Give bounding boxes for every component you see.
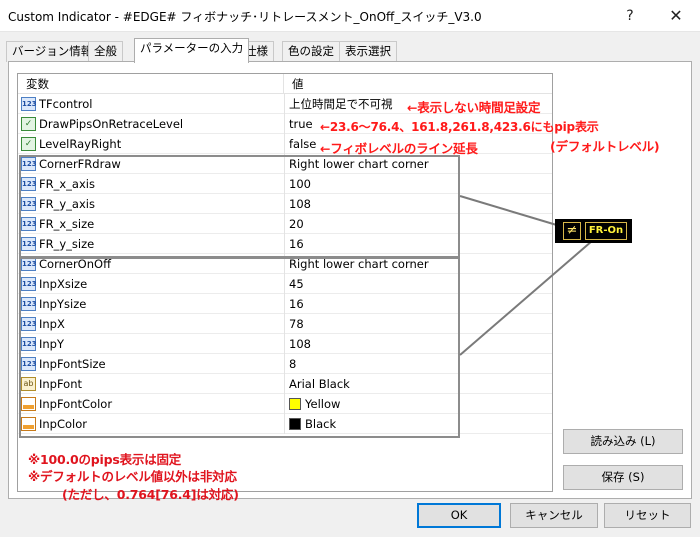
cancel-button[interactable]: キャンセル bbox=[510, 503, 598, 528]
load-button[interactable]: 読み込み (L) bbox=[563, 429, 683, 454]
save-button[interactable]: 保存 (S) bbox=[563, 465, 683, 490]
tab-input-parameters[interactable]: パラメーターの入力 bbox=[134, 38, 250, 63]
connector-line-fr bbox=[459, 195, 561, 227]
fr-on-preview: ≠ FR-On bbox=[555, 219, 632, 243]
fr-on-label: FR-On bbox=[585, 222, 627, 240]
ok-button[interactable]: OK bbox=[417, 503, 501, 528]
reset-button[interactable]: リセット bbox=[604, 503, 691, 528]
not-equal-icon: ≠ bbox=[563, 222, 581, 240]
annotation-pips: ←23.6～76.4、161.8,261.8,423.6にもpip表示 bbox=[320, 120, 599, 134]
note-default-levels: ※デフォルトのレベル値以外は非対応 bbox=[28, 469, 237, 484]
connector-line-onoff bbox=[459, 240, 593, 356]
note-0764-supported: (ただし、0.764[76.4]は対応) bbox=[62, 487, 239, 502]
annotation-pips-sub: (デフォルトレベル) bbox=[550, 139, 660, 154]
annotation-ray: ←フィボレベルのライン延長 bbox=[320, 141, 478, 156]
annotation-tf: ←表示しない時間足設定 bbox=[407, 100, 541, 115]
